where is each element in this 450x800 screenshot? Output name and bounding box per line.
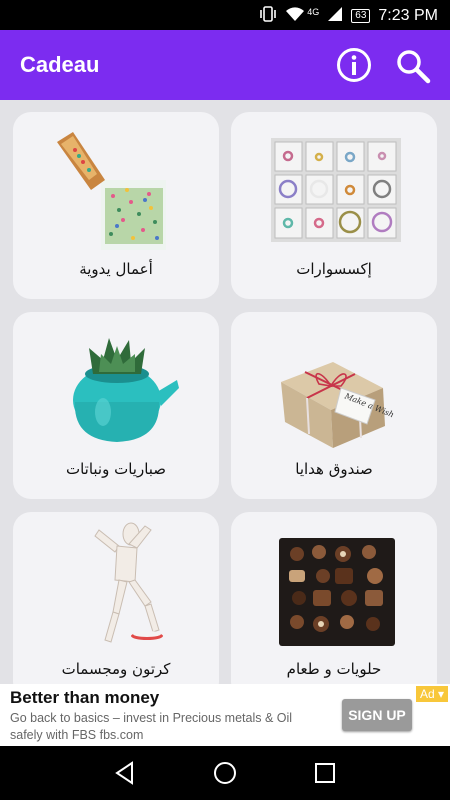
recents-button[interactable] <box>312 760 338 786</box>
ad-badge: Ad ▾ <box>415 686 448 702</box>
recents-icon <box>315 763 335 783</box>
category-card-accessories[interactable]: إكسسوارات <box>231 112 437 299</box>
jewelry-box-image <box>271 138 401 242</box>
ad-banner[interactable]: Better than money Go back to basics – in… <box>0 684 450 746</box>
battery-indicator: 63 <box>351 9 371 23</box>
info-icon <box>337 48 371 82</box>
category-card-sweets[interactable]: حلويات و طعام <box>231 512 437 684</box>
category-card-figures[interactable]: كرتون ومجسمات <box>13 512 219 684</box>
app-title: Cadeau <box>20 52 100 77</box>
network-type: 4G <box>307 7 320 17</box>
cactus-pot-image <box>73 338 179 442</box>
home-button[interactable] <box>212 760 238 786</box>
chevron-down-icon: ▾ <box>437 687 444 701</box>
category-card-plants[interactable]: صباريات ونباتات <box>13 312 219 499</box>
category-label: كرتون ومجسمات <box>61 660 171 678</box>
back-icon <box>115 761 133 785</box>
category-label: صباريات ونباتات <box>65 460 167 478</box>
handmade-beads-image <box>57 132 166 250</box>
status-time: 7:23 PM <box>378 7 438 24</box>
navigation-bar <box>0 746 450 800</box>
category-grid: إكسسوارات أعمال يدوية Make a Wish صندوق … <box>0 100 450 684</box>
wooden-figure-image <box>94 522 163 643</box>
ad-title: Better than money <box>10 688 160 707</box>
chocolate-box-image <box>279 538 395 646</box>
category-label: صندوق هدايا <box>295 460 373 478</box>
search-button[interactable] <box>394 47 432 85</box>
ad-cta-button[interactable]: SIGN UP <box>342 699 412 731</box>
info-button[interactable] <box>336 47 372 83</box>
status-bar: 4G 63 7:23 PM <box>0 0 450 30</box>
category-label: حلويات و طعام <box>286 660 382 678</box>
search-icon <box>397 50 431 84</box>
category-label: إكسسوارات <box>296 260 372 278</box>
category-label: أعمال يدوية <box>79 260 153 278</box>
category-card-gift-box[interactable]: Make a Wish صندوق هدايا <box>231 312 437 499</box>
app-bar: Cadeau <box>0 30 450 100</box>
ad-badge-label: Ad <box>419 687 435 701</box>
status-icons: 4G 63 7:23 PM <box>259 6 438 26</box>
home-icon <box>214 762 236 784</box>
gift-box-image: Make a Wish <box>281 362 395 448</box>
category-card-handmade[interactable]: أعمال يدوية <box>13 112 219 299</box>
back-button[interactable] <box>112 760 138 786</box>
vibrate-icon <box>259 6 277 26</box>
wifi-icon <box>285 6 305 26</box>
signal-icon <box>327 6 343 26</box>
ad-body: Go back to basics – invest in Precious m… <box>10 711 293 742</box>
